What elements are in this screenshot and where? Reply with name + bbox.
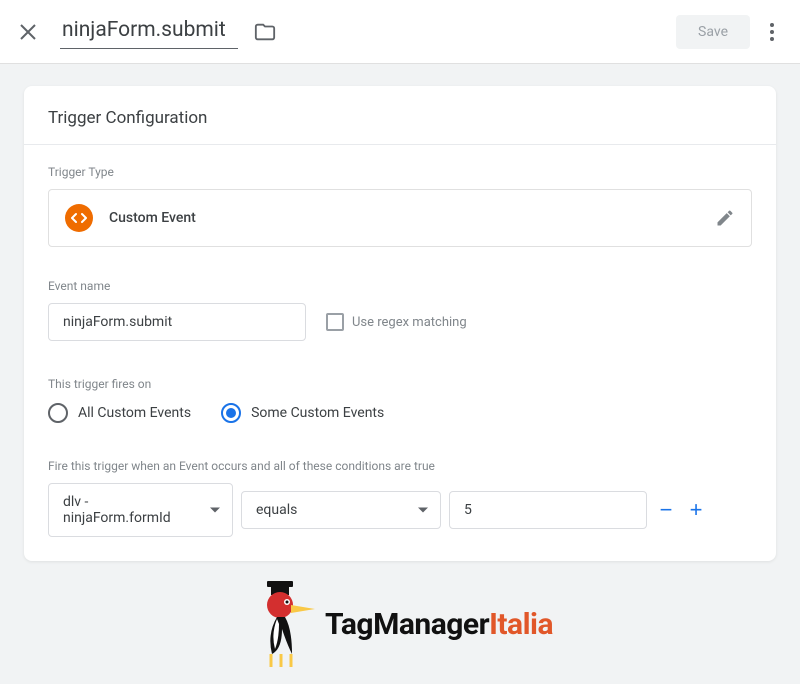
- brand-text: TagManagerItalia: [325, 607, 553, 642]
- event-name-label: Event name: [48, 279, 752, 293]
- close-icon[interactable]: [16, 20, 40, 44]
- trigger-name-input[interactable]: [60, 14, 238, 49]
- card-body: Trigger Type Custom Event Event name Use…: [24, 145, 776, 561]
- radio-some-events[interactable]: Some Custom Events: [221, 403, 384, 423]
- radio-icon-unselected: [48, 403, 68, 423]
- radio-icon-selected: [221, 403, 241, 423]
- brand-text-accent: Italia: [489, 607, 553, 642]
- brand-text-main: TagManager: [325, 607, 489, 642]
- edit-icon[interactable]: [715, 208, 735, 228]
- woodpecker-logo-icon: [247, 579, 317, 669]
- save-button[interactable]: Save: [676, 15, 750, 49]
- add-condition-button[interactable]: +: [685, 497, 707, 523]
- regex-checkbox-wrap[interactable]: Use regex matching: [326, 313, 467, 331]
- card-title: Trigger Configuration: [24, 86, 776, 145]
- chevron-down-icon: [210, 508, 220, 513]
- header-bar: Save: [0, 0, 800, 64]
- condition-value-input[interactable]: [449, 491, 647, 529]
- trigger-type-label: Trigger Type: [48, 165, 752, 179]
- folder-icon[interactable]: [254, 21, 276, 43]
- condition-row: dlv - ninjaForm.formId equals − +: [48, 483, 752, 537]
- radio-all-label: All Custom Events: [78, 405, 191, 421]
- fires-on-radios: All Custom Events Some Custom Events: [48, 403, 752, 423]
- event-name-row: Use regex matching: [48, 303, 752, 341]
- trigger-type-box[interactable]: Custom Event: [48, 189, 752, 247]
- condition-variable-select[interactable]: dlv - ninjaForm.formId: [48, 483, 233, 537]
- condition-operator-value: equals: [256, 502, 297, 518]
- condition-variable-value: dlv - ninjaForm.formId: [63, 494, 171, 526]
- remove-condition-button[interactable]: −: [655, 497, 677, 523]
- condition-operator-select[interactable]: equals: [241, 491, 441, 529]
- brand-footer: TagManagerItalia: [0, 579, 800, 669]
- fires-on-label: This trigger fires on: [48, 377, 752, 391]
- trigger-type-name: Custom Event: [109, 210, 196, 226]
- config-card: Trigger Configuration Trigger Type Custo…: [24, 86, 776, 561]
- radio-some-label: Some Custom Events: [251, 405, 384, 421]
- regex-checkbox[interactable]: [326, 313, 344, 331]
- condition-hint: Fire this trigger when an Event occurs a…: [48, 459, 752, 473]
- regex-label: Use regex matching: [352, 315, 467, 330]
- custom-event-icon: [65, 204, 93, 232]
- chevron-down-icon: [418, 508, 428, 513]
- more-icon[interactable]: [760, 20, 784, 44]
- event-name-input[interactable]: [48, 303, 306, 341]
- radio-all-events[interactable]: All Custom Events: [48, 403, 191, 423]
- title-wrap: [60, 14, 676, 49]
